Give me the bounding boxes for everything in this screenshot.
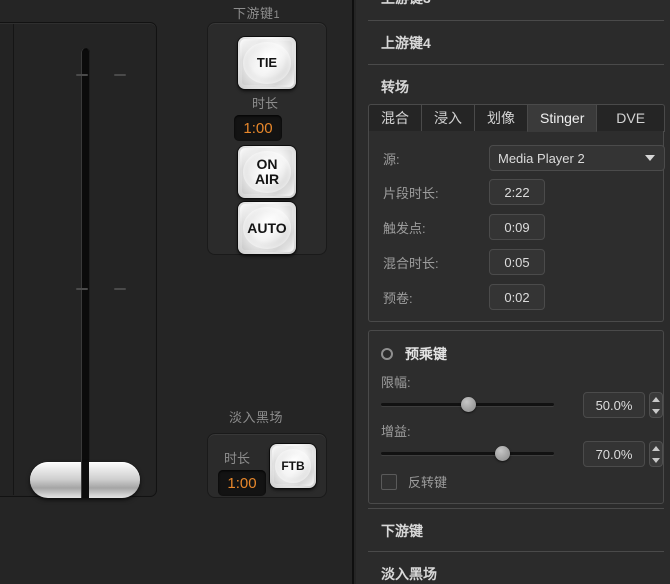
ftb-panel: 时长 1:00 FTB	[207, 433, 327, 498]
section-header-ftb[interactable]: 淡入黑场	[356, 552, 670, 584]
preroll-label: 预卷:	[383, 290, 413, 306]
ftb-button[interactable]: FTB	[270, 444, 316, 488]
tab-dve-label: DVE	[616, 110, 646, 126]
trigger-point-value: 0:09	[504, 219, 530, 235]
dsk1-panel: TIE 时长 1:00 ON AIR AUTO	[207, 22, 327, 255]
chevron-down-icon	[645, 155, 655, 161]
tab-wipe-label: 划像	[487, 110, 515, 126]
clip-duration-label: 片段时长:	[383, 185, 439, 201]
ftb-caption: 淡入黑场	[229, 410, 284, 425]
stepper-up-icon[interactable]	[652, 445, 660, 451]
clip-slider-handle[interactable]	[460, 397, 476, 412]
settings-panel: 上游键3 上游键4 转场 混合 浸入 划像 Stinger	[356, 0, 670, 584]
tab-dve[interactable]: DVE	[596, 104, 665, 132]
switcher-control-window: 下游键1 TIE 时长 1:00 ON AIR AUTO 淡入黑场 时长 1:0…	[0, 0, 670, 584]
clip-slider-label: 限幅:	[381, 375, 411, 390]
dsk1-on-air-button[interactable]: ON AIR	[238, 146, 296, 198]
mix-duration-value: 0:05	[504, 254, 530, 270]
dsk1-auto-button[interactable]: AUTO	[238, 202, 296, 254]
tab-stinger[interactable]: Stinger	[527, 104, 598, 132]
dsk1-rate-value[interactable]: 1:00	[234, 115, 282, 141]
invert-key-checkbox-row[interactable]: 反转键	[381, 472, 447, 491]
fader-tick-top-left	[76, 74, 88, 76]
gain-slider-handle[interactable]	[495, 446, 511, 461]
clip-stepper[interactable]	[649, 392, 663, 418]
section-header-usk3[interactable]: 上游键3	[356, 0, 670, 20]
premultiply-key-toggle[interactable]: 预乘键	[381, 344, 447, 364]
trigger-point-input[interactable]: 0:09	[489, 214, 545, 240]
preroll-row: 预卷:	[383, 284, 413, 310]
clip-duration-value: 2:22	[504, 184, 530, 200]
left-control-region: 下游键1 TIE 时长 1:00 ON AIR AUTO 淡入黑场 时长 1:0…	[0, 0, 353, 584]
dsk1-tie-button[interactable]: TIE	[238, 37, 296, 89]
source-dropdown-value: Media Player 2	[498, 150, 585, 166]
source-row: 源:	[383, 145, 400, 171]
stepper-down-icon[interactable]	[652, 408, 660, 414]
dsk1-caption: 下游键1	[233, 3, 280, 22]
fader-tick-bottom-right	[114, 288, 126, 290]
clip-slider[interactable]	[381, 397, 554, 412]
section-header-transition[interactable]: 转场	[356, 65, 670, 109]
mix-duration-label: 混合时长:	[383, 255, 439, 271]
fader-slot	[80, 48, 90, 478]
clip-value-input[interactable]: 50.0%	[583, 392, 645, 418]
dsk1-on-air-label-line1: ON	[256, 156, 278, 173]
invert-key-label: 反转键	[408, 475, 448, 490]
section-header-dsk[interactable]: 下游键	[356, 509, 670, 553]
clip-duration-row: 片段时长:	[383, 179, 439, 205]
tab-stinger-label: Stinger	[540, 110, 585, 126]
preroll-value: 0:02	[504, 289, 530, 305]
mix-duration-row: 混合时长:	[383, 249, 439, 275]
dsk1-on-air-label-line2: AIR	[254, 171, 280, 187]
ftb-rate-value[interactable]: 1:00	[218, 470, 266, 496]
dsk1-rate-label: 时长	[252, 96, 279, 111]
source-label: 源:	[383, 151, 400, 167]
section-header-usk3-label: 上游键3	[381, 0, 431, 8]
clip-duration-input[interactable]: 2:22	[489, 179, 545, 205]
ftb-rate-label: 时长	[224, 451, 251, 466]
tab-dip-label: 浸入	[434, 110, 462, 126]
fader-tick-top-right	[114, 74, 126, 76]
mix-duration-input[interactable]: 0:05	[489, 249, 545, 275]
dsk1-auto-label: AUTO	[247, 219, 287, 236]
dsk1-tie-label: TIE	[256, 55, 278, 71]
panel-divider	[352, 0, 354, 584]
gain-slider-label: 增益:	[381, 424, 411, 439]
stepper-down-icon[interactable]	[652, 457, 660, 463]
section-header-usk4-label: 上游键4	[381, 35, 431, 51]
tab-mix-label: 混合	[381, 110, 409, 126]
radio-icon[interactable]	[381, 348, 393, 360]
preroll-input[interactable]: 0:02	[489, 284, 545, 310]
trigger-point-label: 触发点:	[383, 220, 426, 236]
source-dropdown[interactable]: Media Player 2	[489, 145, 665, 171]
premultiply-key-label: 预乘键	[405, 346, 447, 362]
section-header-dsk-label: 下游键	[381, 523, 423, 539]
t-bar-handle[interactable]	[29, 462, 140, 498]
section-header-transition-label: 转场	[381, 79, 409, 95]
stepper-up-icon[interactable]	[652, 396, 660, 402]
trigger-point-row: 触发点:	[383, 214, 426, 240]
gain-stepper[interactable]	[649, 441, 663, 467]
gain-value-input[interactable]: 70.0%	[583, 441, 645, 467]
stinger-settings-panel: 源: Media Player 2 片段时长: 2:22 触发点: 0:09 混…	[368, 131, 665, 322]
t-bar-fader-panel	[0, 22, 157, 498]
fader-inner-surface	[13, 24, 155, 498]
clip-value: 50.0%	[595, 397, 633, 413]
dsk1-caption-suffix: 1	[273, 9, 281, 21]
checkbox-icon[interactable]	[381, 473, 397, 490]
ftb-button-label: FTB	[281, 458, 305, 473]
gain-slider[interactable]	[381, 446, 554, 461]
gain-value: 70.0%	[595, 446, 633, 462]
section-header-usk4[interactable]: 上游键4	[356, 21, 670, 65]
key-properties-group: 预乘键 限幅: 50.0% 增益: 70.0% 反转键	[368, 330, 664, 504]
fader-tick-bottom-left	[76, 288, 88, 290]
transition-tab-bar: 混合 浸入 划像 Stinger DVE	[368, 104, 665, 132]
tab-wipe[interactable]: 划像	[474, 104, 528, 132]
tab-dip[interactable]: 浸入	[421, 104, 475, 132]
dsk1-caption-text: 下游键	[233, 6, 274, 21]
section-header-ftb-label: 淡入黑场	[381, 566, 437, 582]
tab-mix[interactable]: 混合	[368, 104, 422, 132]
